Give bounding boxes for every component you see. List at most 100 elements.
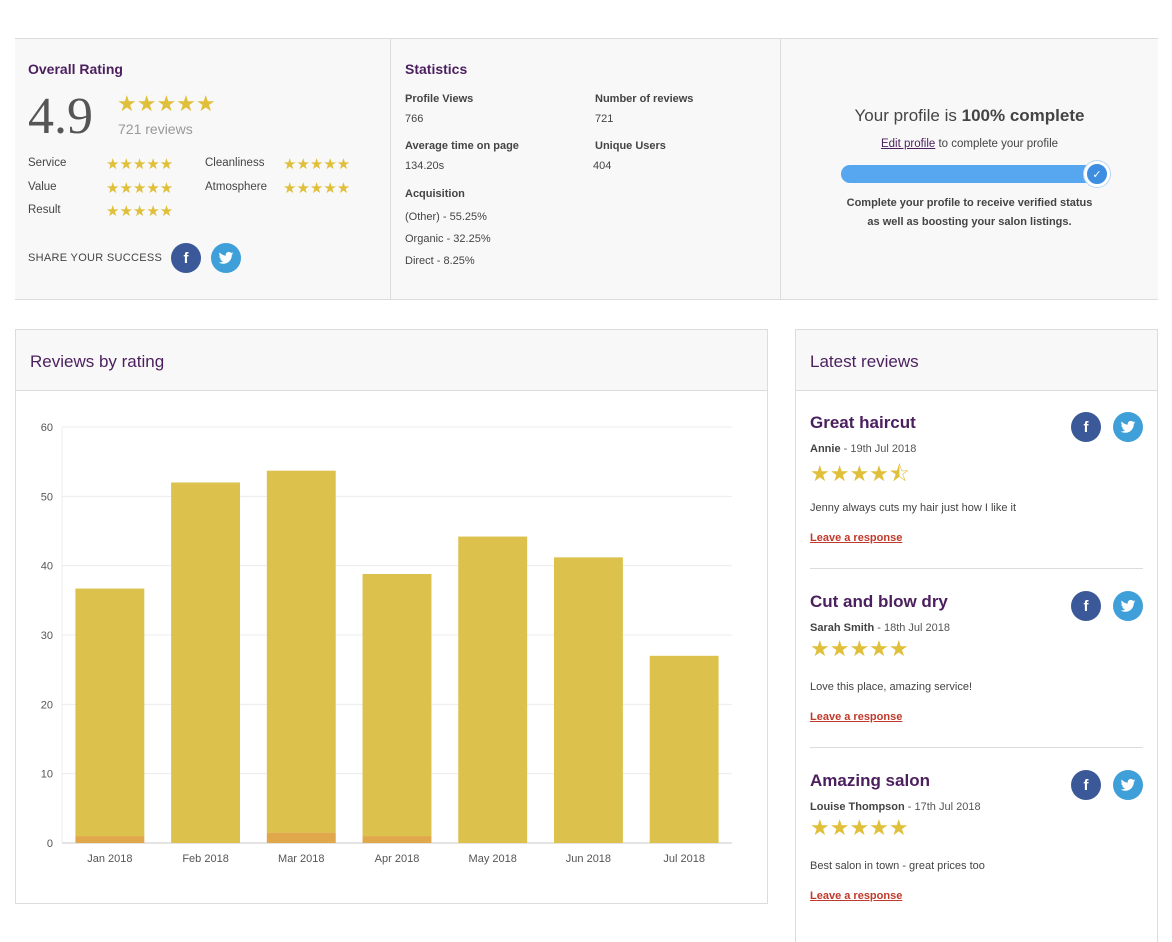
review-author: Sarah Smith <box>810 622 875 634</box>
review-title: Great haircut <box>810 413 916 432</box>
y-tick-label: 50 <box>41 491 53 503</box>
y-tick-label: 30 <box>41 630 53 642</box>
latest-reviews-panel: Latest reviews Great haircut Annie - 19t… <box>795 329 1158 942</box>
review-item: Amazing salon Louise Thompson - 17th Jul… <box>810 770 1143 911</box>
review-twitter-button[interactable] <box>1113 591 1143 621</box>
overall-rating-value: 4.9 <box>28 88 93 145</box>
category-label-cleanliness: Cleanliness <box>205 157 265 169</box>
reviews-by-rating-chart: 0 10 20 30 40 50 60 Jan 2018 Feb 2018 Mar 2018 Apr… <box>41 422 732 865</box>
x-tick-label: Jan 2018 <box>87 853 132 865</box>
review-stars: ★★★★★ <box>810 815 909 840</box>
review-date: - 17th Jul 2018 <box>904 801 981 813</box>
category-stars-atmosphere: ★★★★★ <box>283 180 351 197</box>
overall-rating-panel: Overall Rating 4.9 ★★★★★ 721 reviews Ser… <box>15 39 391 299</box>
category-stars-value: ★★★★★ <box>106 180 174 197</box>
acquisition-other: (Other) - 55.25% <box>405 211 487 223</box>
facebook-icon: f <box>1083 597 1089 615</box>
x-tick-label: May 2018 <box>469 853 517 865</box>
share-facebook-button[interactable]: f <box>171 243 201 273</box>
overall-rating-title: Overall Rating <box>28 61 123 77</box>
y-tick-label: 40 <box>41 561 53 573</box>
bar-segment <box>171 482 241 843</box>
x-tick-label: Jul 2018 <box>663 853 705 865</box>
category-label-service: Service <box>28 157 67 169</box>
average-time-value: 134.20s <box>405 160 445 172</box>
bar-segment <box>266 470 336 833</box>
twitter-icon <box>218 251 234 264</box>
review-date: - 18th Jul 2018 <box>874 622 951 634</box>
edit-profile-suffix: to complete your profile <box>935 138 1059 150</box>
bar-segment <box>553 557 623 843</box>
unique-users-label: Unique Users <box>595 140 666 152</box>
review-twitter-button[interactable] <box>1113 770 1143 800</box>
acquisition-organic: Organic - 32.25% <box>405 233 491 245</box>
y-tick-label: 60 <box>41 422 53 434</box>
y-tick-label: 20 <box>41 699 53 711</box>
category-stars-cleanliness: ★★★★★ <box>283 156 351 173</box>
bar-segment <box>649 655 719 843</box>
reviews-by-rating-title: Reviews by rating <box>30 352 165 371</box>
profile-note-line1: Complete your profile to receive verifie… <box>846 197 1093 209</box>
review-facebook-button[interactable]: f <box>1071 591 1101 621</box>
share-twitter-button[interactable] <box>211 243 241 273</box>
review-title: Amazing salon <box>810 771 930 790</box>
profile-progress-bar <box>841 165 1106 183</box>
share-success-label: SHARE YOUR SUCCESS <box>28 252 163 264</box>
review-title: Cut and blow dry <box>810 592 948 611</box>
reviews-by-rating-panel: Reviews by rating 0 10 20 30 40 50 60 Jan 2018 F… <box>15 329 768 904</box>
review-twitter-button[interactable] <box>1113 412 1143 442</box>
category-label-atmosphere: Atmosphere <box>205 181 268 193</box>
unique-users-value: 404 <box>593 160 612 172</box>
twitter-icon <box>1120 599 1136 612</box>
x-tick-label: Mar 2018 <box>278 853 324 865</box>
facebook-icon: f <box>1083 418 1089 436</box>
review-meta: Annie - 19th Jul 2018 <box>810 443 916 455</box>
profile-status-heading: Your profile is 100% complete <box>781 106 1158 126</box>
edit-profile-link[interactable]: Edit profile <box>881 138 935 150</box>
number-of-reviews-label: Number of reviews <box>595 93 694 105</box>
review-meta: Louise Thompson - 17th Jul 2018 <box>810 801 981 813</box>
facebook-icon: f <box>183 249 189 267</box>
category-label-value: Value <box>28 181 57 193</box>
average-time-label: Average time on page <box>405 140 519 152</box>
profile-progress-fill <box>841 165 1106 183</box>
leave-response-link[interactable]: Leave a response <box>810 711 902 723</box>
statistics-title: Statistics <box>405 61 468 77</box>
review-stars: ★★★★⯪ <box>810 461 910 486</box>
review-body: Best salon in town - great prices too <box>810 860 985 872</box>
review-author: Louise Thompson <box>810 801 905 813</box>
summary-row: Overall Rating 4.9 ★★★★★ 721 reviews Ser… <box>15 38 1158 300</box>
bar-segment <box>75 588 145 837</box>
half-star-icon: ⯪ <box>888 461 910 486</box>
review-body: Love this place, amazing service! <box>810 681 973 693</box>
review-divider <box>810 568 1143 569</box>
review-facebook-button[interactable]: f <box>1071 412 1101 442</box>
profile-status-prefix: Your profile is <box>854 106 962 125</box>
category-stars-service: ★★★★★ <box>106 156 174 173</box>
facebook-icon: f <box>1083 776 1089 794</box>
leave-response-link[interactable]: Leave a response <box>810 532 902 544</box>
x-tick-label: Apr 2018 <box>375 853 420 865</box>
edit-profile-line: Edit profile to complete your profile <box>781 138 1158 150</box>
bar-segment <box>362 573 432 837</box>
number-of-reviews-value: 721 <box>595 113 614 125</box>
review-facebook-button[interactable]: f <box>1071 770 1101 800</box>
profile-status-percent: 100% complete <box>961 106 1085 125</box>
overall-reviews-count: 721 reviews <box>118 121 193 137</box>
acquisition-direct: Direct - 8.25% <box>405 255 475 267</box>
category-stars-result: ★★★★★ <box>106 203 174 220</box>
review-item: Cut and blow dry Sarah Smith - 18th Jul … <box>810 591 1143 732</box>
leave-response-link[interactable]: Leave a response <box>810 890 902 902</box>
overall-rating-stars: ★★★★★ <box>117 91 216 116</box>
y-tick-label: 0 <box>47 838 53 850</box>
statistics-panel: Statistics Profile Views 766 Number of r… <box>391 39 781 299</box>
y-tick-label: 10 <box>41 769 53 781</box>
review-author: Annie <box>810 443 841 455</box>
review-meta: Sarah Smith - 18th Jul 2018 <box>810 622 950 634</box>
reviews-by-rating-header: Reviews by rating <box>16 330 767 391</box>
check-icon: ✓ <box>1084 161 1110 187</box>
review-item: Great haircut Annie - 19th Jul 2018 ★★★★… <box>810 412 1143 553</box>
latest-reviews-header: Latest reviews <box>796 330 1157 391</box>
bar-segment <box>266 832 336 843</box>
profile-note-line2: as well as boosting your salon listings. <box>867 216 1072 228</box>
